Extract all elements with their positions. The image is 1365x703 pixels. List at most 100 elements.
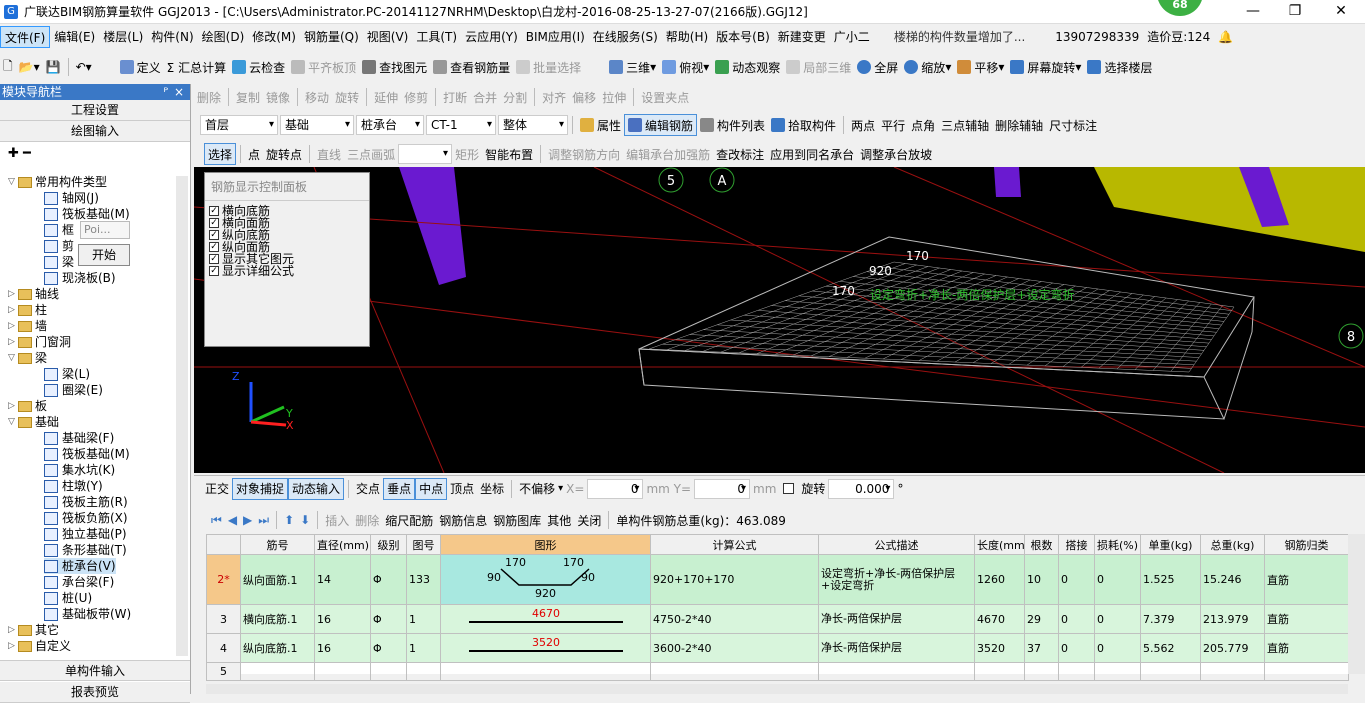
column-header[interactable]: 钢筋归类	[1264, 534, 1349, 555]
fullscreen-button[interactable]: 全屏	[854, 56, 901, 78]
column-header[interactable]: 直径(mm)	[314, 534, 371, 555]
align-button[interactable]: 对齐	[539, 86, 569, 108]
table-hscroll[interactable]	[206, 684, 1348, 694]
table-cell[interactable]	[1200, 662, 1265, 681]
column-header[interactable]: 公式描述	[818, 534, 975, 555]
adjust-rebar-dir-button[interactable]: 调整钢筋方向	[545, 143, 623, 165]
merge-button[interactable]: 合并	[470, 86, 500, 108]
adjust-slope-button[interactable]: 调整承台放坡	[857, 143, 935, 165]
table-cell[interactable]: 0	[1094, 604, 1141, 634]
open-icon[interactable]: 📂▾	[16, 56, 43, 78]
ortho-button[interactable]: 正交	[202, 478, 232, 500]
delete-button[interactable]: 删除	[194, 86, 224, 108]
view-rebar-button[interactable]: 查看钢筋量	[430, 56, 513, 78]
expand-toggle-icon[interactable]: ▷	[8, 334, 18, 350]
table-cell[interactable]: 纵向底筋.1	[240, 633, 315, 663]
checkbox-icon[interactable]: ✓	[209, 242, 219, 252]
save-icon[interactable]: 💾	[43, 56, 64, 78]
menu-file[interactable]: 文件(F)	[0, 26, 51, 48]
table-cell[interactable]: 15.246	[1200, 554, 1265, 605]
menu-version[interactable]: 版本号(B)	[712, 26, 774, 48]
column-header[interactable]: 图形	[440, 534, 651, 555]
table-cell[interactable]: 净长-两倍保护层	[818, 604, 975, 634]
table-cell[interactable]: 170 170 90 920 90	[440, 554, 651, 605]
intersection-button[interactable]: 交点	[353, 478, 383, 500]
expand-toggle-icon[interactable]: ▷	[8, 302, 18, 318]
select-button[interactable]: 选择	[204, 143, 237, 165]
delete-row-button[interactable]: 删除	[352, 509, 382, 531]
summary-calc-button[interactable]: Σ 汇总计算	[164, 56, 229, 78]
cloud-check-button[interactable]: 云检查	[229, 56, 288, 78]
rotate-button[interactable]: 旋转	[332, 86, 362, 108]
cb-show-formula[interactable]: ✓ 显示详细公式	[205, 265, 369, 277]
table-cell[interactable]: 直筋	[1264, 633, 1349, 663]
point-button[interactable]: 点	[245, 143, 263, 165]
table-cell[interactable]: 直筋	[1264, 554, 1349, 605]
table-row[interactable]: 5	[206, 662, 1349, 681]
tree-item[interactable]: 桩(U)	[44, 590, 92, 606]
move-button[interactable]: 移动	[302, 86, 332, 108]
table-cell[interactable]: 5.562	[1140, 633, 1201, 663]
collapse-all-icon[interactable]: ━	[23, 146, 31, 161]
close-button[interactable]: ✕	[1318, 0, 1364, 24]
table-cell[interactable]: 0	[1094, 633, 1141, 663]
component-list-button[interactable]: 构件列表	[697, 114, 768, 136]
table-cell[interactable]	[1058, 662, 1095, 681]
break-button[interactable]: 打断	[440, 86, 470, 108]
properties-button[interactable]: 属性	[577, 114, 624, 136]
column-header[interactable]: 级别	[370, 534, 407, 555]
table-cell[interactable]	[370, 662, 407, 681]
maximize-button[interactable]: ❐	[1272, 0, 1318, 24]
menu-component[interactable]: 构件(N)	[147, 26, 197, 48]
menu-new-change[interactable]: 新建变更	[774, 26, 830, 48]
row-number[interactable]: 5	[206, 662, 241, 681]
table-cell[interactable]: 3520	[974, 633, 1025, 663]
rebar-info-button[interactable]: 钢筋信息	[436, 509, 490, 531]
table-cell[interactable]	[1140, 662, 1201, 681]
table-cell[interactable]: 0	[1058, 554, 1095, 605]
table-cell[interactable]: 3520	[440, 633, 651, 663]
undo-icon[interactable]: ↶▾	[73, 56, 95, 78]
next-icon[interactable]: ▶	[240, 509, 255, 531]
pick-component-button[interactable]: 拾取构件	[768, 114, 839, 136]
table-row[interactable]: 4 纵向底筋.1 16 Φ 1 3520 3600-2*40 净长-两倍保护层 3520 37 0 0…	[206, 633, 1349, 663]
column-header[interactable]: 图号	[406, 534, 441, 555]
dimension-button[interactable]: 尺寸标注	[1046, 114, 1100, 136]
dynamic-input-button[interactable]: 动态输入	[288, 477, 345, 500]
expand-toggle-icon[interactable]: ▷	[8, 638, 18, 654]
batch-select-button[interactable]: 批量选择	[513, 56, 584, 78]
tree-item[interactable]: 承台梁(F)	[44, 574, 114, 590]
tree-item[interactable]: 筏板基础(M)	[44, 446, 130, 462]
define-button[interactable]: 定义	[117, 56, 164, 78]
table-cell[interactable]: 横向底筋.1	[240, 604, 315, 634]
table-cell[interactable]: 14	[314, 554, 371, 605]
parallel-button[interactable]: 平行	[878, 114, 908, 136]
tree-item[interactable]: 柱墩(Y)	[44, 478, 103, 494]
menu-draw[interactable]: 绘图(D)	[198, 26, 249, 48]
extend-button[interactable]: 延伸	[371, 86, 401, 108]
menu-edit[interactable]: 编辑(E)	[50, 26, 99, 48]
table-cell[interactable]: 4750-2*40	[650, 604, 819, 634]
tree-item[interactable]: ▷ 柱	[8, 302, 47, 318]
top-view-button[interactable]: 俯视 ▾	[659, 56, 712, 78]
checkbox-icon[interactable]: ✓	[209, 206, 219, 216]
tree-item[interactable]: 梁(L)	[44, 366, 90, 382]
column-header[interactable]: 根数	[1024, 534, 1059, 555]
flush-slab-button[interactable]: 平齐板顶	[288, 56, 359, 78]
menu-assistant[interactable]: 广小二	[830, 26, 874, 48]
row-number[interactable]: 3	[206, 604, 241, 634]
table-cell[interactable]	[1024, 662, 1059, 681]
offset-button[interactable]: 偏移	[569, 86, 599, 108]
menu-modify[interactable]: 修改(M)	[248, 26, 300, 48]
table-cell[interactable]	[818, 662, 975, 681]
select-floor-button[interactable]: 选择楼层	[1084, 56, 1155, 78]
table-cell[interactable]: 16	[314, 604, 371, 634]
table-cell[interactable]: 133	[406, 554, 441, 605]
move-up-icon[interactable]: ⬆	[281, 509, 297, 531]
rotate-input[interactable]: 0.000	[828, 478, 895, 499]
rotate-point-button[interactable]: 旋转点	[263, 143, 305, 165]
checkbox-icon[interactable]: ✓	[209, 218, 219, 228]
expand-toggle-icon[interactable]: ▽	[8, 414, 18, 430]
name-select[interactable]: CT-1	[426, 115, 496, 135]
notice-text[interactable]: 楼梯的构件数量增加了...	[890, 26, 1029, 48]
